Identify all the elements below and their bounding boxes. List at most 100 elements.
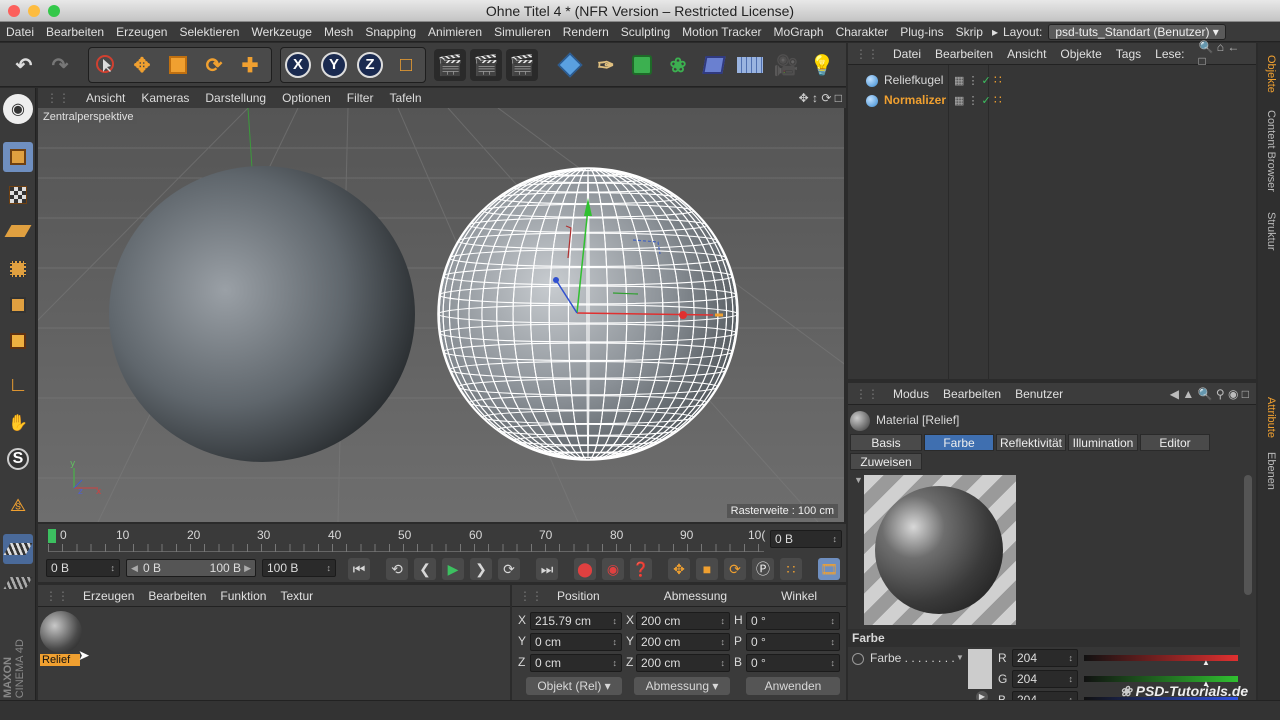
texture-mode-icon[interactable] [3, 180, 33, 210]
spline-pen-icon[interactable]: ✑ [590, 49, 622, 81]
tab-ebenen[interactable]: Ebenen [1261, 449, 1277, 493]
color-mode-dropdown-icon[interactable]: ▼ [956, 653, 964, 662]
visibility-toggles-icon[interactable]: ▦ ⋮ ✓ [954, 74, 991, 87]
menu-erzeugen[interactable]: Erzeugen [110, 25, 173, 39]
object-row-normalizer[interactable]: Normalizer ▦ ⋮ ✓ ∷ [848, 91, 1256, 111]
x-axis-lock-button[interactable]: X [282, 49, 314, 81]
menu-snapping[interactable]: Snapping [359, 25, 422, 39]
workplane-lock-icon[interactable] [3, 534, 33, 564]
green-field[interactable]: 204 ↕ [1012, 670, 1078, 688]
color-animate-icon[interactable] [852, 653, 864, 665]
previous-keyframe-icon[interactable]: ⟲ [386, 558, 408, 580]
coordinate-system-icon[interactable]: □ [390, 49, 422, 81]
menu-skript[interactable]: Skrip [950, 25, 989, 39]
array-icon[interactable]: ❀ [662, 49, 694, 81]
axis-mode-icon[interactable]: ∟ [3, 370, 33, 400]
menu-rendern[interactable]: Rendern [557, 25, 615, 39]
objects-menu-lesezeichen[interactable]: Lese: [1148, 47, 1191, 61]
viewport-menu-ansicht[interactable]: Ansicht [78, 91, 133, 105]
rot-p-field[interactable]: 0 ° ↕ [746, 633, 840, 651]
tab-illumination[interactable]: Illumination [1068, 434, 1138, 451]
previous-frame-icon[interactable]: ❮ [414, 558, 436, 580]
tab-attribute[interactable]: Attribute [1261, 389, 1277, 445]
attr-menu-modus[interactable]: Modus [886, 387, 936, 401]
live-selection-icon[interactable] [90, 49, 122, 81]
menu-mograph[interactable]: MoGraph [768, 25, 830, 39]
timeline-ruler[interactable]: 0 10 20 30 40 50 60 70 80 90 10( 0 B ↕ [38, 524, 846, 556]
grid-snap-icon[interactable] [3, 568, 33, 598]
pos-x-field[interactable]: 215.79 cm ↕ [530, 612, 622, 630]
undo-button[interactable]: ↶ [8, 49, 40, 81]
tab-objekte[interactable]: Objekte [1261, 49, 1277, 99]
keyframe-selection-icon[interactable]: ❓ [630, 558, 652, 580]
tab-zuweisen[interactable]: Zuweisen [850, 453, 922, 470]
recent-tool-icon[interactable]: ✚ [234, 49, 266, 81]
frame-range-slider[interactable]: ◀ 0 B 100 B ▶ [126, 559, 256, 577]
viewport-menu-kameras[interactable]: Kameras [133, 91, 197, 105]
workplane-mode-icon[interactable] [3, 216, 33, 246]
timeline-window-icon[interactable]: 🎞 [818, 558, 840, 580]
play-icon[interactable]: ▶ [442, 558, 464, 580]
tab-reflektivitaet[interactable]: Reflektivität [996, 434, 1066, 451]
green-slider[interactable]: ▲ [1084, 676, 1238, 688]
objects-menu-bearbeiten[interactable]: Bearbeiten [928, 47, 1000, 61]
deformer-icon[interactable] [698, 49, 730, 81]
current-frame-field[interactable]: 0 B ↕ [770, 530, 842, 548]
floor-icon[interactable] [734, 49, 766, 81]
material-preview[interactable] [864, 475, 1016, 625]
objects-menu-objekte[interactable]: Objekte [1053, 47, 1108, 61]
scale-tool-icon[interactable] [162, 49, 194, 81]
objects-menu-datei[interactable]: Datei [886, 47, 928, 61]
move-tool-icon[interactable]: ✥ [126, 49, 158, 81]
objects-menu-ansicht[interactable]: Ansicht [1000, 47, 1053, 61]
menu-selektieren[interactable]: Selektieren [173, 25, 245, 39]
pos-z-field[interactable]: 0 cm ↕ [530, 654, 622, 672]
menu-overflow-arrow[interactable]: ▸ [989, 25, 1001, 39]
tab-editor[interactable]: Editor [1140, 434, 1210, 451]
end-frame-field[interactable]: 100 B ↕ [262, 559, 336, 577]
material-menu-bearbeiten[interactable]: Bearbeiten [141, 589, 213, 603]
size-x-field[interactable]: 200 cm ↕ [636, 612, 730, 630]
rotate-tool-icon[interactable]: ⟳ [198, 49, 230, 81]
tab-farbe[interactable]: Farbe [924, 434, 994, 451]
render-picture-viewer-icon[interactable]: 🎬 [470, 49, 502, 81]
size-y-field[interactable]: 200 cm ↕ [636, 633, 730, 651]
viewport-menu-filter[interactable]: Filter [339, 91, 382, 105]
apply-button[interactable]: Anwenden [746, 677, 840, 695]
objects-menu-tags[interactable]: Tags [1109, 47, 1148, 61]
light-icon[interactable]: 💡 [806, 49, 838, 81]
menu-bearbeiten[interactable]: Bearbeiten [40, 25, 110, 39]
menu-simulieren[interactable]: Simulieren [488, 25, 557, 39]
viewport-menu-optionen[interactable]: Optionen [274, 91, 339, 105]
tab-basis[interactable]: Basis [850, 434, 922, 451]
size-mode-select[interactable]: Abmessung ▾ [634, 677, 730, 695]
z-axis-lock-button[interactable]: Z [354, 49, 386, 81]
grip-handle[interactable]: ⋮⋮ [848, 47, 886, 61]
next-keyframe-icon[interactable]: ⟳ [498, 558, 520, 580]
coordinate-mode-select[interactable]: Objekt (Rel) ▾ [526, 677, 622, 695]
attr-menu-bearbeiten[interactable]: Bearbeiten [936, 387, 1008, 401]
pos-y-field[interactable]: 0 cm ↕ [530, 633, 622, 651]
cube-primitive-icon[interactable] [554, 49, 586, 81]
viewport-navigation-icons[interactable]: ✥ ↕ ⟳ □ [791, 91, 846, 105]
menu-charakter[interactable]: Charakter [830, 25, 895, 39]
zoom-window-button[interactable] [48, 5, 60, 17]
size-z-field[interactable]: 200 cm ↕ [636, 654, 730, 672]
redo-button[interactable]: ↷ [44, 49, 76, 81]
position-key-icon[interactable]: ✥ [668, 558, 690, 580]
menu-plugins[interactable]: Plug-ins [894, 25, 949, 39]
material-menu-funktion[interactable]: Funktion [213, 589, 273, 603]
menu-mesh[interactable]: Mesh [318, 25, 359, 39]
magnet-icon[interactable]: ⧌ [3, 490, 33, 520]
rot-b-field[interactable]: 0 ° ↕ [746, 654, 840, 672]
record-active-objects-icon[interactable]: ⬤ [574, 558, 596, 580]
material-menu-textur[interactable]: Textur [273, 589, 320, 603]
go-to-end-icon[interactable]: ⏭ [536, 558, 558, 580]
object-row-reliefkugel[interactable]: Reliefkugel ▦ ⋮ ✓ ∷ [848, 71, 1256, 91]
model-mode-icon[interactable] [3, 142, 33, 172]
viewport-menu-darstellung[interactable]: Darstellung [197, 91, 274, 105]
polygons-mode-icon[interactable] [3, 326, 33, 356]
viewport-menu-tafeln[interactable]: Tafeln [381, 91, 429, 105]
color-swatch[interactable] [968, 649, 992, 689]
attribute-tools-icons[interactable]: ◀ ▲ 🔍 ⚲ ◉ □ [1163, 387, 1256, 401]
